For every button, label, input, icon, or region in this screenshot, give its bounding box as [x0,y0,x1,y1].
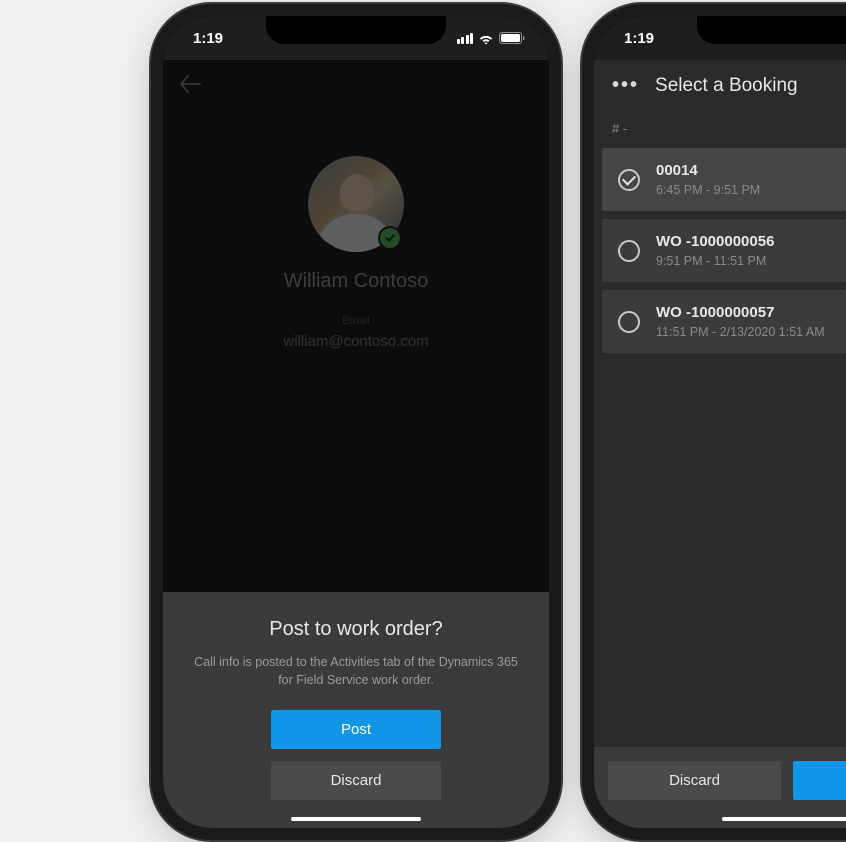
phone-frame-left: 1:19 [163,16,549,828]
radio-unchecked-icon[interactable] [618,240,640,262]
booking-time: 11:51 PM - 2/13/2020 1:51 AM [656,325,846,339]
booking-time: 9:51 PM - 11:51 PM [656,254,846,268]
footer-actions: Discard [594,747,846,828]
wifi-icon [478,32,494,44]
sheet-title: Post to work order? [183,618,529,641]
booking-item[interactable]: WO -1000000057 11:51 PM - 2/13/2020 1:51… [602,290,846,353]
section-label: # - [594,111,846,148]
battery-icon [499,32,525,44]
email-label: Email [163,315,549,327]
post-button[interactable]: Post [271,710,441,749]
presence-check-icon [378,226,402,250]
profile-name: William Contoso [163,270,549,293]
status-icons [457,32,526,44]
radio-checked-icon[interactable] [618,169,640,191]
booking-title: 00014 [656,162,846,179]
discard-button[interactable]: Discard [608,761,781,800]
phone-frame-right: 1:19 ••• Select a Booking # - [594,16,846,828]
screen: 1:19 ••• Select a Booking # - [594,16,846,828]
profile-area: William Contoso Email william@contoso.co… [163,156,549,350]
profile-email: william@contoso.com [163,333,549,350]
home-indicator[interactable] [722,817,846,821]
avatar-wrap [308,156,404,252]
page-header: ••• Select a Booking [594,60,846,111]
notch [697,16,846,44]
booking-list: 00014 6:45 PM - 9:51 PM WO -1000000056 9… [594,148,846,353]
back-button[interactable] [179,74,201,99]
page-title: Select a Booking [655,75,798,97]
booking-item[interactable]: 00014 6:45 PM - 9:51 PM [602,148,846,211]
action-sheet: Post to work order? Call info is posted … [163,592,549,829]
sheet-description: Call info is posted to the Activities ta… [183,653,529,691]
radio-unchecked-icon[interactable] [618,311,640,333]
booking-title: WO -1000000057 [656,304,846,321]
screen: 1:19 [163,16,549,828]
booking-time: 6:45 PM - 9:51 PM [656,183,846,197]
home-indicator[interactable] [291,817,421,821]
notch [266,16,446,44]
confirm-button[interactable] [793,761,846,800]
booking-item[interactable]: WO -1000000056 9:51 PM - 11:51 PM [602,219,846,282]
discard-button[interactable]: Discard [271,761,441,800]
more-icon[interactable]: ••• [612,74,639,97]
booking-title: WO -1000000056 [656,233,846,250]
signal-icon [457,33,474,44]
